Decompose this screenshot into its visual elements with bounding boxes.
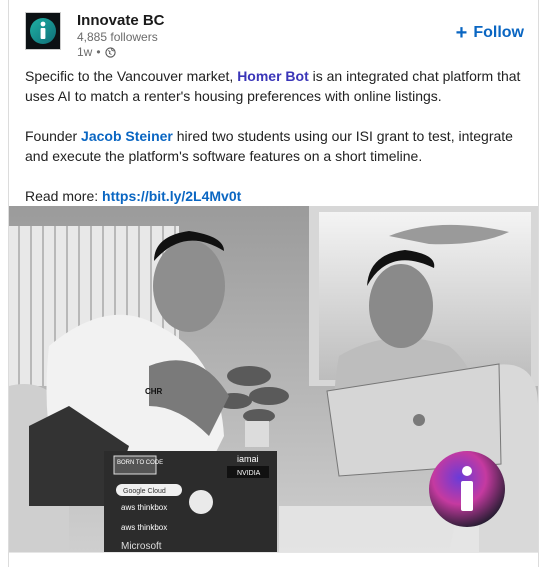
post-paragraph-2: Founder Jacob Steiner hired two students… (25, 126, 530, 166)
separator-dot: • (96, 45, 101, 59)
sticker-microsoft: Microsoft (121, 541, 162, 552)
post-photo[interactable]: CHR BORN TO CODE iamai NVIDIA Google Clo… (9, 206, 538, 552)
innovate-badge-icon (429, 451, 505, 527)
post-header: Innovate BC 4,885 followers 1w • + Follo… (25, 12, 530, 60)
post-age: 1w (77, 45, 93, 59)
sticker-aws-thinkbox-2: aws thinkbox (121, 523, 167, 532)
read-more-label: Read more: (25, 188, 103, 204)
post-paragraph-3: Read more: https://bit.ly/2L4Mv0t (25, 186, 530, 206)
mention-jacob-steiner[interactable]: Jacob Steiner (81, 128, 173, 144)
paragraph-2-text-a: Founder (25, 128, 82, 144)
follower-count: 4,885 followers (77, 30, 158, 44)
post-meta: 1w • (77, 45, 116, 59)
sticker-google-cloud: Google Cloud (123, 488, 166, 495)
sticker-born-to-code: BORN TO CODE (117, 460, 163, 466)
shirt-text: CHR (145, 387, 163, 396)
follow-label: Follow (473, 24, 524, 41)
plus-icon: + (455, 22, 468, 44)
feed-post-card: Innovate BC 4,885 followers 1w • + Follo… (8, 0, 539, 568)
mention-homer-bot[interactable]: Homer Bot (237, 68, 309, 84)
sticker-iamai: iamai (237, 454, 259, 464)
post-footer-edge (9, 552, 538, 568)
post-text: Specific to the Vancouver market, Homer … (25, 66, 530, 226)
org-name[interactable]: Innovate BC (77, 12, 165, 29)
globe-icon (104, 46, 116, 58)
sticker-nvidia: NVIDIA (237, 470, 261, 477)
sticker-aws-thinkbox-1: aws thinkbox (121, 503, 167, 512)
laptop-left: BORN TO CODE iamai NVIDIA Google Cloud a… (104, 451, 277, 552)
follow-button[interactable]: + Follow (455, 22, 524, 44)
post-paragraph-1: Specific to the Vancouver market, Homer … (25, 66, 530, 106)
read-more-link[interactable]: https://bit.ly/2L4Mv0t (102, 188, 241, 204)
org-logo-icon[interactable] (25, 12, 61, 50)
paragraph-1-text-a: Specific to the Vancouver market, (25, 68, 238, 84)
